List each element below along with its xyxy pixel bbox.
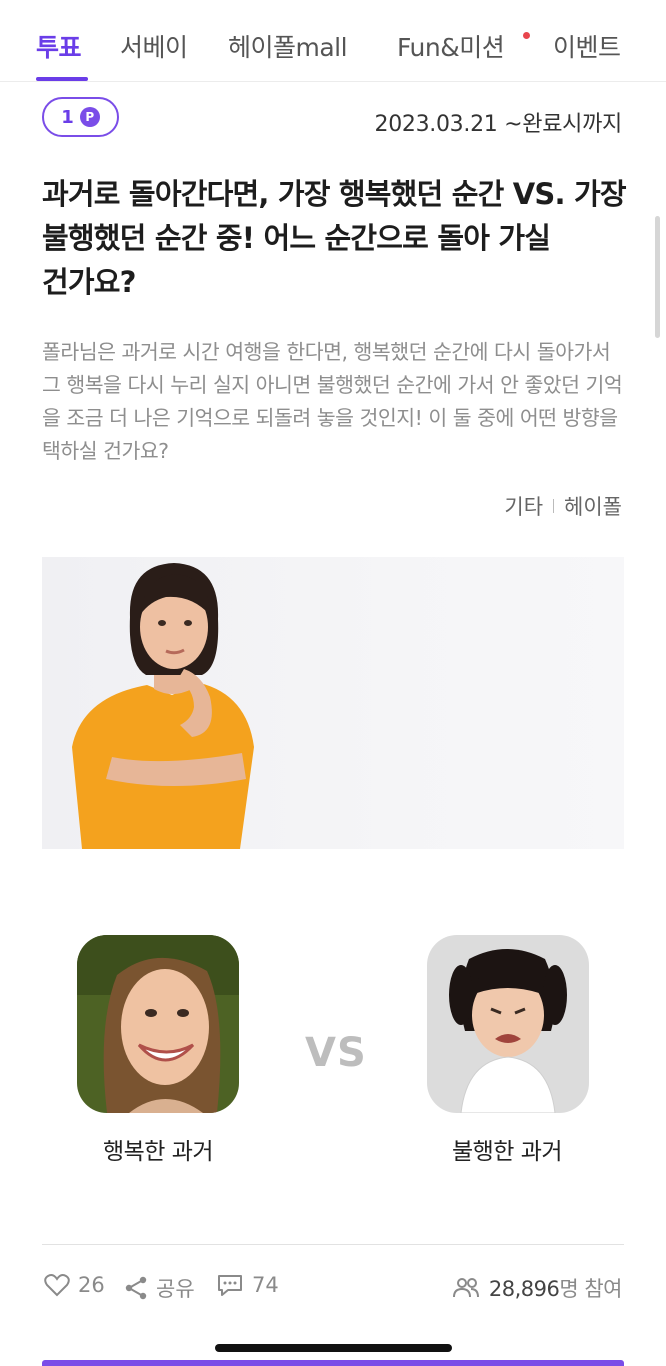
comment-count: 74 xyxy=(252,1273,279,1297)
notification-dot xyxy=(523,32,530,39)
point-count: 1 xyxy=(61,106,74,128)
top-tab-bar: 투표 서베이 헤이폴mall Fun&미션 이벤트 xyxy=(0,0,666,82)
tab-heypoll-mall[interactable]: 헤이폴mall xyxy=(228,28,348,64)
poll-description: 폴라님은 과거로 시간 여행을 한다면, 행복했던 순간에 다시 돌아가서 그 … xyxy=(42,340,623,463)
vs-label: VS xyxy=(305,1030,367,1076)
option-unhappy-past-image[interactable] xyxy=(427,935,589,1113)
tag-divider xyxy=(553,499,555,513)
heart-icon xyxy=(44,1274,70,1297)
option-unhappy-past-label[interactable]: 불행한 과거 xyxy=(407,1132,607,1166)
poll-title: 과거로 돌아간다면, 가장 행복했던 순간 VS. 가장 불행했던 순간 중! … xyxy=(42,177,627,299)
comment-button[interactable]: 74 xyxy=(216,1273,279,1297)
stats-divider xyxy=(42,1244,624,1245)
poll-author[interactable]: 헤이폴 xyxy=(564,491,622,521)
people-icon xyxy=(452,1278,479,1298)
participant-count: 28,896명 참여 xyxy=(451,1273,622,1303)
option-happy-past-image[interactable] xyxy=(77,935,239,1113)
like-button[interactable]: 26 xyxy=(44,1273,105,1297)
crying-girl-image xyxy=(427,935,589,1113)
like-count: 26 xyxy=(78,1273,105,1297)
smiling-girl-image xyxy=(77,935,239,1113)
poll-main-image xyxy=(42,557,624,849)
tab-vote[interactable]: 투표 xyxy=(36,28,82,64)
point-icon: P xyxy=(79,107,100,127)
poll-period: 2023.03.21 ~완료시까지 xyxy=(374,112,623,137)
scrollbar[interactable] xyxy=(655,216,660,338)
tab-event[interactable]: 이벤트 xyxy=(553,28,621,64)
poll-tags: 기타 헤이폴 xyxy=(504,491,622,521)
tab-fun-mission[interactable]: Fun&미션 xyxy=(397,28,505,64)
home-indicator xyxy=(215,1344,452,1352)
share-icon xyxy=(125,1276,147,1300)
poll-category[interactable]: 기타 xyxy=(504,491,543,521)
share-button[interactable]: 공유 xyxy=(124,1273,195,1303)
tab-survey[interactable]: 서베이 xyxy=(120,28,188,64)
share-label: 공유 xyxy=(156,1277,195,1301)
participant-number: 28,896 xyxy=(488,1277,560,1301)
option-happy-past-label[interactable]: 행복한 과거 xyxy=(58,1132,258,1166)
participant-unit: 명 참여 xyxy=(559,1277,622,1301)
active-tab-indicator xyxy=(36,77,88,81)
vote-button-edge[interactable] xyxy=(42,1360,624,1366)
point-badge: 1 P xyxy=(42,97,119,137)
thinking-woman-illustration xyxy=(72,563,254,849)
comment-icon xyxy=(218,1275,242,1296)
